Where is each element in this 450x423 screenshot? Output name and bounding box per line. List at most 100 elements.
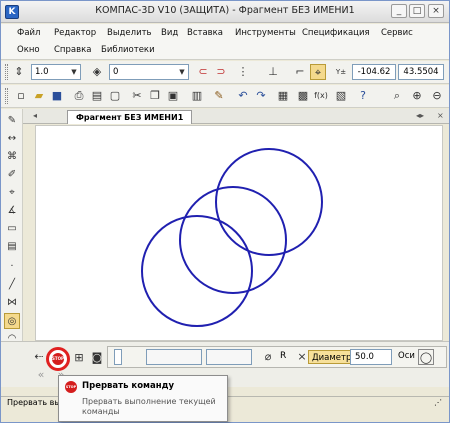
radius-option[interactable]: R: [280, 351, 286, 361]
local-cs-icon[interactable]: ⊥: [265, 64, 281, 80]
menu-select[interactable]: Выделить: [107, 28, 152, 38]
parametrization-icon[interactable]: ⌖: [4, 185, 20, 201]
tab-left-arrow-icon[interactable]: ◂: [33, 111, 37, 120]
undo-icon[interactable]: ↶: [235, 88, 251, 104]
diameter-input[interactable]: 50.0: [350, 349, 392, 365]
menu-tools[interactable]: Инструменты: [235, 28, 296, 38]
print-icon[interactable]: ⎙: [71, 88, 87, 104]
title-bar: K КОМПАС-3D V10 (ЗАЩИТА) - Фрагмент БЕЗ …: [1, 1, 449, 23]
close-button[interactable]: ×: [428, 4, 444, 18]
menu-help[interactable]: Справка: [54, 45, 91, 55]
scale-icon: ⇕: [14, 65, 24, 78]
save-icon[interactable]: ■: [49, 88, 65, 104]
spec-icon[interactable]: ▤: [4, 239, 20, 255]
tooltip-title: Прервать команду: [82, 381, 174, 391]
previous-object-icon[interactable]: «: [33, 367, 49, 383]
menu-service[interactable]: Сервис: [381, 28, 413, 38]
x-coordinate-field[interactable]: -104.62: [352, 64, 396, 80]
tab-nav-arrows-icon[interactable]: ◂▸: [416, 111, 424, 120]
variables-icon[interactable]: f(x): [313, 88, 329, 104]
point-icon[interactable]: ·: [4, 259, 20, 275]
circle-3: [141, 215, 253, 327]
properties-icon[interactable]: ▥: [189, 88, 205, 104]
tab-close-icon[interactable]: ×: [437, 111, 444, 120]
scale-value: 1.0: [35, 67, 49, 77]
zoom-in-icon[interactable]: ⊕: [409, 88, 425, 104]
ortho-icon[interactable]: ⌐: [292, 64, 308, 80]
scale-combo[interactable]: 1.0 ▼: [31, 64, 81, 80]
paste-icon[interactable]: ▣: [165, 88, 181, 104]
minimize-button[interactable]: _: [391, 4, 407, 18]
zoom-window-icon[interactable]: ⌕: [389, 88, 405, 104]
diameter-option-icon[interactable]: ⌀: [260, 349, 276, 365]
axes-toggle-icon[interactable]: ◯: [418, 349, 434, 365]
menu-editor[interactable]: Редактор: [54, 28, 96, 38]
menu-specification[interactable]: Спецификация: [302, 28, 370, 38]
layer-value: 0: [113, 67, 119, 77]
resize-grip-icon[interactable]: ⋰: [434, 397, 442, 409]
chevron-down-icon: ▼: [179, 68, 185, 76]
dimensions-icon[interactable]: ↔: [4, 131, 20, 147]
toolbar-grip[interactable]: [5, 88, 8, 104]
toolbar-grip[interactable]: [5, 64, 8, 80]
axes-label: Оси: [398, 351, 415, 361]
circle-tool-icon[interactable]: ◎: [4, 313, 20, 329]
layer-icon: ◈: [92, 65, 102, 78]
standard-toolbar: ▫ ▰ ■ ⎙ ▤ ▢ ✂ ❐ ▣ ▥ ✎ ↶ ↷ ▦ ▩ f(x) ▧ ? ⌕…: [1, 85, 449, 108]
format-brush-icon[interactable]: ✎: [211, 88, 227, 104]
app-window: K КОМПАС-3D V10 (ЗАЩИТА) - Фрагмент БЕЗ …: [0, 0, 450, 423]
tooltip: STOP Прервать команду Прервать выполнени…: [58, 375, 228, 422]
diameter-label: Диаметр: [308, 350, 356, 364]
geometry-icon[interactable]: ✎: [4, 113, 20, 129]
point-field[interactable]: [206, 349, 252, 365]
chevron-down-icon: ▼: [71, 68, 77, 76]
menu-insert[interactable]: Вставка: [187, 28, 223, 38]
select-icon[interactable]: ▭: [4, 221, 20, 237]
auto-create-icon[interactable]: ⊞: [71, 350, 87, 366]
cut-icon[interactable]: ✂: [129, 88, 145, 104]
drawing-svg: [141, 148, 323, 327]
current-state-toolbar: ⇕ 1.0 ▼ ◈ 0 ▼ ⊂ ⊃ ⋮ ⊥ ⌐ ⌖ Y± -104.62 43.…: [1, 61, 449, 84]
parameters-icon[interactable]: ▧: [333, 88, 349, 104]
round-icon[interactable]: ⌖: [310, 64, 326, 80]
tab-fragment[interactable]: Фрагмент БЕЗ ИМЕНИ1: [67, 110, 193, 124]
property-row: ⌀ R × Диаметр 50.0 Оси ◯: [107, 346, 447, 368]
menu-view[interactable]: Вид: [161, 28, 178, 38]
segment-icon[interactable]: ╱: [4, 277, 20, 293]
layer-combo[interactable]: 0 ▼: [109, 64, 189, 80]
stop-icon: STOP: [52, 353, 64, 365]
manager-icon[interactable]: ▦: [275, 88, 291, 104]
preview-icon[interactable]: ▤: [89, 88, 105, 104]
redo-icon[interactable]: ↷: [253, 88, 269, 104]
tooltip-description: Прервать выполнение текущей команды: [82, 397, 216, 416]
menu-window[interactable]: Окно: [17, 45, 40, 55]
symbols-icon[interactable]: ⌘: [4, 149, 20, 165]
zoom-out-icon[interactable]: ⊖: [429, 88, 445, 104]
view-icon[interactable]: ▢: [107, 88, 123, 104]
maximize-button[interactable]: □: [409, 4, 425, 18]
measure-icon[interactable]: ∡: [4, 203, 20, 219]
field-grip[interactable]: [114, 349, 122, 365]
snapshot-icon[interactable]: ◙: [89, 350, 105, 366]
menu-bar: Файл Редактор Выделить Вид Вставка Инстр…: [1, 24, 449, 60]
cursor-coords-label: Y±: [335, 68, 347, 76]
library-icon[interactable]: ▩: [295, 88, 311, 104]
stop-icon: STOP: [65, 381, 77, 393]
magnet-snap-icon[interactable]: ⊂: [195, 64, 211, 80]
node-icon[interactable]: ⋈: [4, 295, 20, 311]
help-pointer-icon[interactable]: ?: [355, 88, 371, 104]
edit-icon[interactable]: ✐: [4, 167, 20, 183]
y-coordinate-field[interactable]: 43.5504: [398, 64, 444, 80]
open-folder-icon[interactable]: ▰: [31, 88, 47, 104]
back-arrow-icon[interactable]: ⇠: [31, 349, 47, 365]
menu-file[interactable]: Файл: [17, 28, 40, 38]
grid-icon[interactable]: ⋮: [235, 64, 251, 80]
new-document-icon[interactable]: ▫: [13, 88, 29, 104]
local-snap-icon[interactable]: ⊃: [213, 64, 229, 80]
center-field[interactable]: [146, 349, 202, 365]
compact-toolbar: ✎ ↔ ⌘ ✐ ⌖ ∡ ▭ ▤ · ╱ ⋈ ◎ ◠ ⊙: [1, 109, 23, 365]
document-tab-bar: ◂ Фрагмент БЕЗ ИМЕНИ1 ◂▸ ×: [23, 109, 449, 124]
menu-libraries[interactable]: Библиотеки: [101, 45, 155, 55]
copy-icon[interactable]: ❐: [147, 88, 163, 104]
drawing-canvas[interactable]: [35, 125, 443, 341]
